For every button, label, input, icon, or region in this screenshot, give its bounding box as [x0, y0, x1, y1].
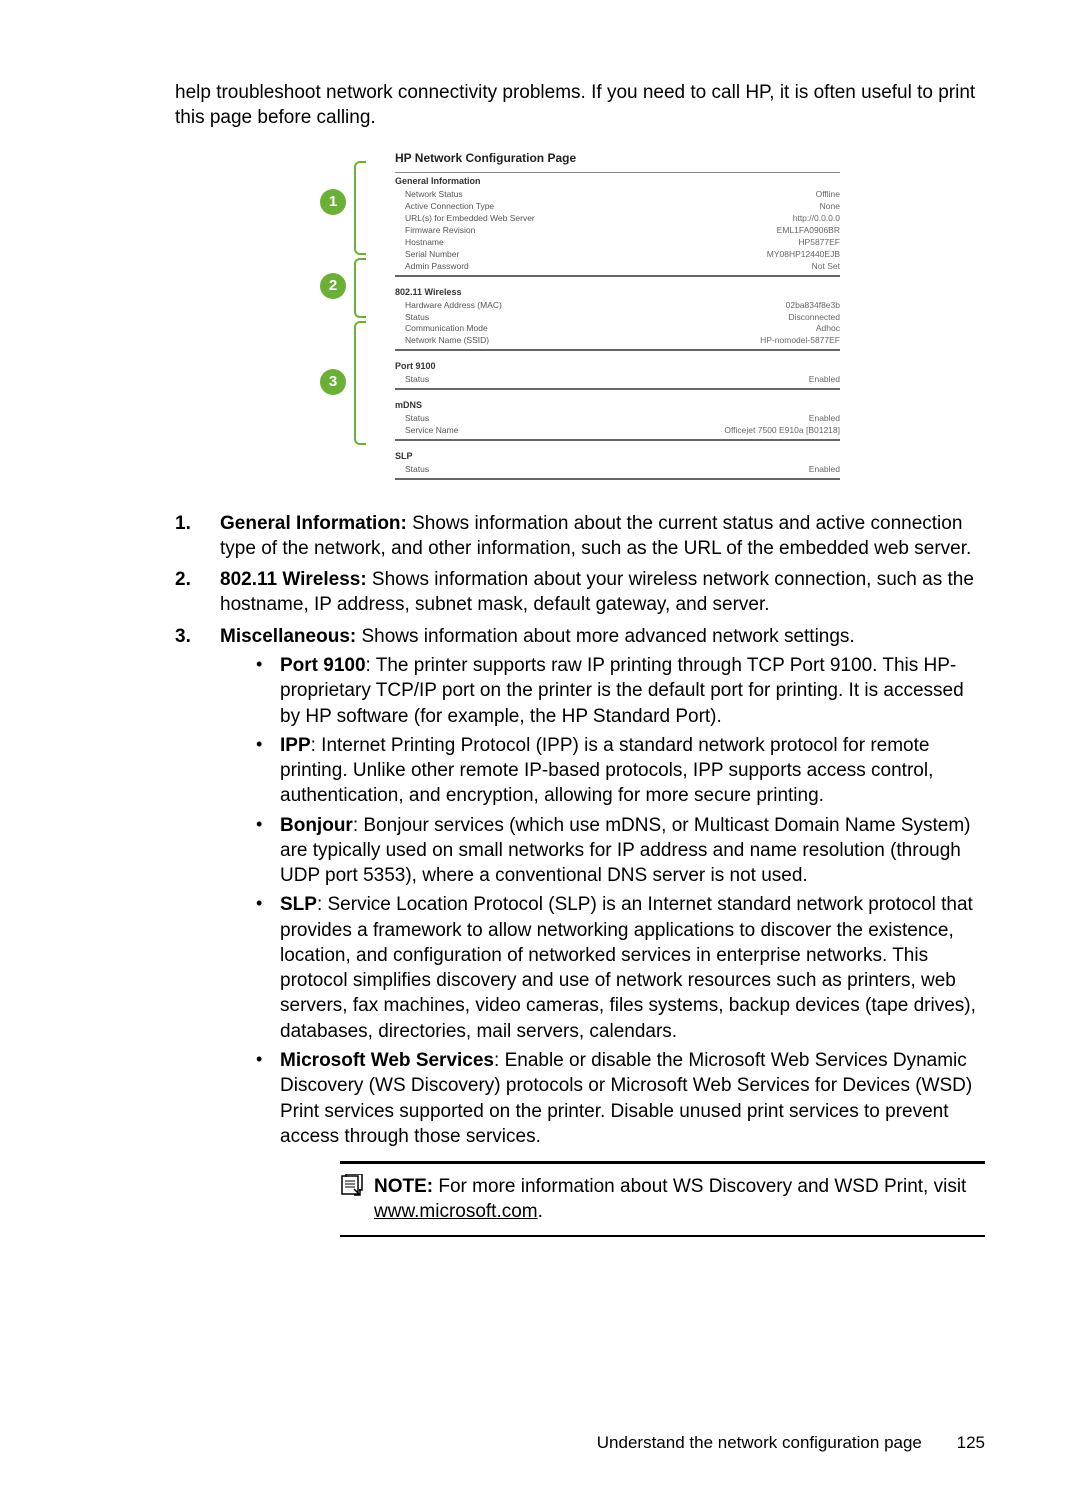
fig-row: Serial NumberMY08HP12440EJB	[395, 249, 840, 261]
list-text: Shows information about more advanced ne…	[356, 626, 855, 647]
list-item-2: 2. 802.11 Wireless: Shows information ab…	[175, 567, 985, 618]
network-config-figure: HP Network Configuration Page 1 2 3 Gene…	[320, 151, 840, 481]
fig-row: Active Connection TypeNone	[395, 201, 840, 213]
fig-section-port9100: Port 9100 StatusEnabled	[395, 358, 840, 391]
document-page: help troubleshoot network connectivity p…	[0, 0, 1080, 1495]
figure-panel: General Information Network StatusOfflin…	[395, 172, 840, 480]
intro-paragraph: help troubleshoot network connectivity p…	[175, 80, 985, 131]
list-label: 802.11 Wireless:	[220, 569, 367, 590]
figure-title: HP Network Configuration Page	[395, 151, 840, 167]
sub-item-slp: SLP: Service Location Protocol (SLP) is …	[256, 892, 985, 1044]
fig-section-title: Port 9100	[395, 361, 840, 373]
brace-2	[354, 258, 366, 318]
fig-section-general: General Information Network StatusOfflin…	[395, 172, 840, 277]
fig-row: Service NameOfficejet 7500 E910a [B01218…	[395, 425, 840, 437]
note-box: NOTE: For more information about WS Disc…	[340, 1161, 985, 1237]
fig-row: StatusDisconnected	[395, 312, 840, 324]
fig-section-title: SLP	[395, 451, 840, 463]
fig-row: StatusEnabled	[395, 413, 840, 425]
fig-section-title: General Information	[395, 176, 840, 188]
fig-section-title: 802.11 Wireless	[395, 287, 840, 299]
note-icon	[340, 1174, 364, 1196]
page-number: 125	[957, 1433, 985, 1452]
sub-item-mws: Microsoft Web Services: Enable or disabl…	[256, 1048, 985, 1237]
microsoft-link[interactable]: www.microsoft.com	[374, 1201, 538, 1222]
fig-row: Network StatusOffline	[395, 189, 840, 201]
list-number: 1.	[175, 511, 220, 562]
callout-2: 2	[320, 273, 346, 299]
list-number: 3.	[175, 624, 220, 1241]
footer-text: Understand the network configuration pag…	[597, 1433, 922, 1452]
list-label: Miscellaneous:	[220, 626, 356, 647]
fig-row: HostnameHP5877EF	[395, 237, 840, 249]
sub-list: Port 9100: The printer supports raw IP p…	[220, 653, 985, 1237]
fig-section-slp: SLP StatusEnabled	[395, 448, 840, 481]
fig-row: Communication ModeAdhoc	[395, 323, 840, 335]
fig-section-wireless: 802.11 Wireless Hardware Address (MAC)02…	[395, 284, 840, 353]
callout-list: 1. General Information: Shows informatio…	[175, 511, 985, 1241]
fig-row: StatusEnabled	[395, 374, 840, 386]
fig-row: StatusEnabled	[395, 464, 840, 476]
fig-row: Firmware RevisionEML1FA0906BR	[395, 225, 840, 237]
fig-section-mdns: mDNS StatusEnabled Service NameOfficejet…	[395, 397, 840, 442]
fig-section-title: mDNS	[395, 400, 840, 412]
note-text: NOTE: For more information about WS Disc…	[374, 1174, 985, 1225]
list-item-3: 3. Miscellaneous: Shows information abou…	[175, 624, 985, 1241]
fig-row: Network Name (SSID)HP-nomodel-5877EF	[395, 335, 840, 347]
fig-row: Hardware Address (MAC)02ba834f8e3b	[395, 300, 840, 312]
list-label: General Information:	[220, 513, 407, 534]
fig-row: Admin PasswordNot Set	[395, 261, 840, 273]
callout-1: 1	[320, 189, 346, 215]
page-footer: Understand the network configuration pag…	[597, 1432, 985, 1455]
sub-item-ipp: IPP: Internet Printing Protocol (IPP) is…	[256, 733, 985, 809]
sub-item-bonjour: Bonjour: Bonjour services (which use mDN…	[256, 813, 985, 889]
brace-3	[354, 321, 366, 445]
brace-1	[354, 161, 366, 255]
fig-row: URL(s) for Embedded Web Serverhttp://0.0…	[395, 213, 840, 225]
sub-item-port9100: Port 9100: The printer supports raw IP p…	[256, 653, 985, 729]
list-number: 2.	[175, 567, 220, 618]
list-item-1: 1. General Information: Shows informatio…	[175, 511, 985, 562]
callout-3: 3	[320, 369, 346, 395]
